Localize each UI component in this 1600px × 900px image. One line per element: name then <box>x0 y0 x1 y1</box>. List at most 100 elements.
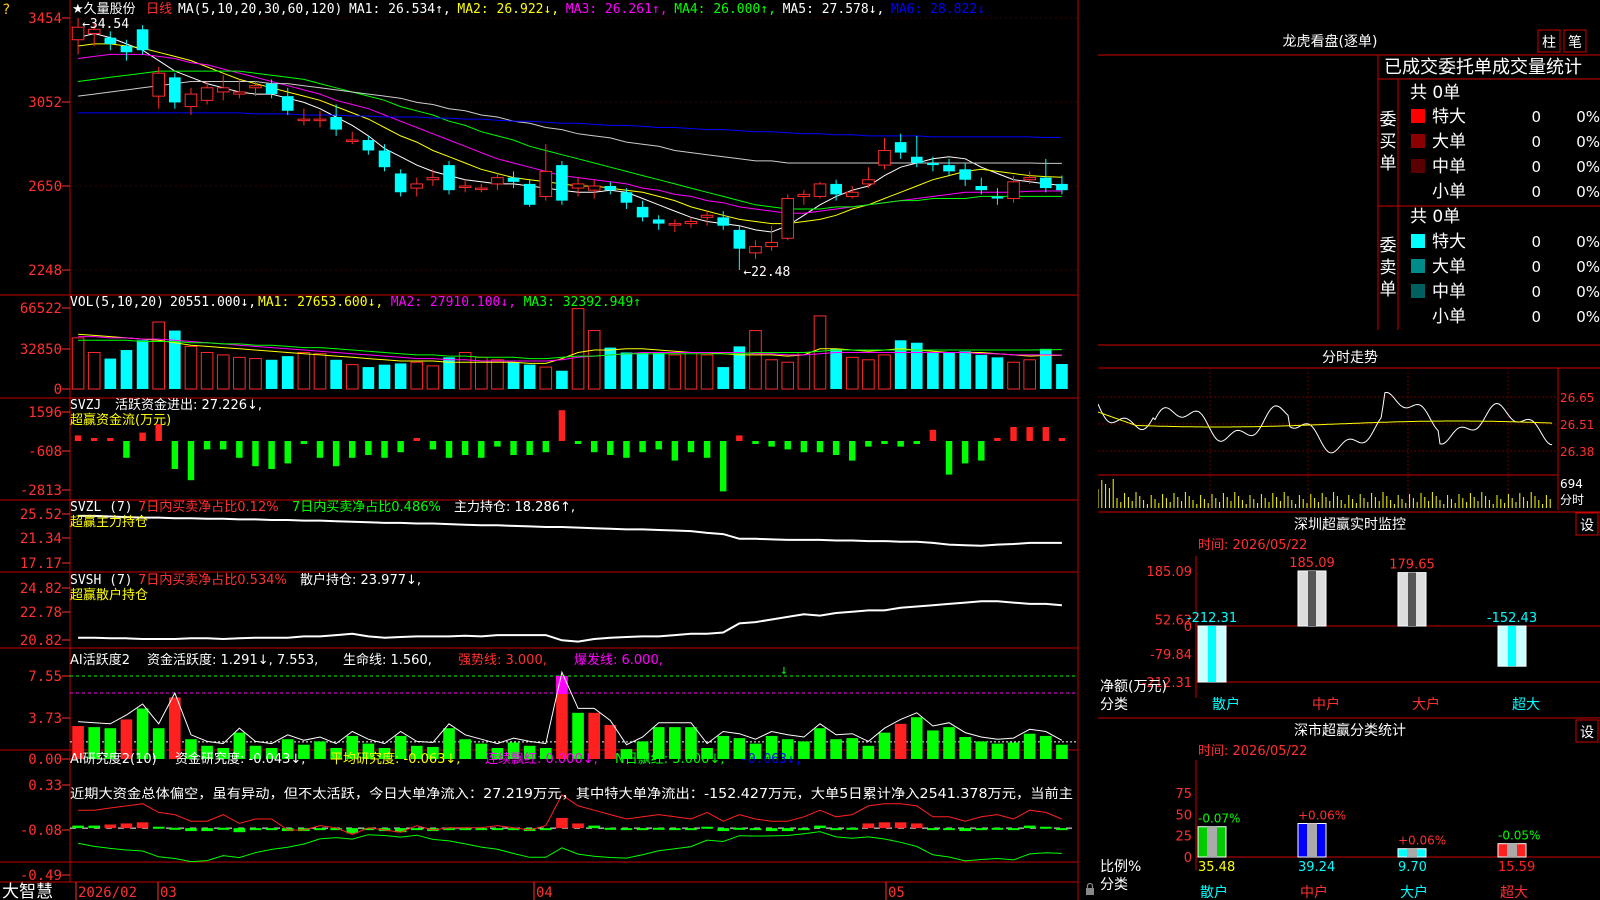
candle-body[interactable] <box>830 183 842 195</box>
fund-flow-bar[interactable] <box>203 441 211 450</box>
fund-flow-bar[interactable] <box>478 441 485 458</box>
fund-flow-bar[interactable] <box>945 441 953 475</box>
research-bar[interactable] <box>604 827 617 830</box>
fund-flow-bar[interactable] <box>332 441 340 467</box>
activity-bar[interactable] <box>459 739 471 759</box>
activity-bar[interactable] <box>975 741 988 759</box>
fund-flow-bar[interactable] <box>687 441 695 453</box>
research-bar[interactable] <box>652 827 665 830</box>
fund-flow-bar[interactable] <box>284 441 291 464</box>
volume-bar[interactable] <box>458 351 472 390</box>
activity-bar[interactable] <box>943 727 955 759</box>
activity-bar[interactable] <box>1023 733 1036 759</box>
fund-flow-bar[interactable] <box>816 441 824 453</box>
fund-flow-bar[interactable] <box>655 441 662 450</box>
candle-body[interactable] <box>249 85 262 89</box>
candle-body[interactable] <box>184 93 198 108</box>
fund-flow-bar[interactable] <box>752 441 759 444</box>
volume-bar[interactable] <box>1056 363 1068 389</box>
volume-bar[interactable] <box>797 351 811 390</box>
volume-bar[interactable] <box>571 308 585 390</box>
activity-bar[interactable] <box>1056 744 1068 759</box>
research-bar[interactable] <box>959 828 971 832</box>
research-bar[interactable] <box>701 826 713 829</box>
volume-bar[interactable] <box>394 363 407 389</box>
fund-flow-bar[interactable] <box>768 441 775 447</box>
candle-body[interactable] <box>152 72 166 97</box>
candle-body[interactable] <box>1056 183 1068 191</box>
fund-flow-bar[interactable] <box>720 441 727 492</box>
candle-body[interactable] <box>200 87 214 101</box>
activity-bar[interactable] <box>894 723 907 759</box>
research-bar[interactable] <box>588 825 600 829</box>
fund-flow-bar[interactable] <box>1010 427 1017 441</box>
candle-body[interactable] <box>1007 181 1020 200</box>
research-bar[interactable] <box>894 822 907 829</box>
candle-body[interactable] <box>1040 177 1052 189</box>
fund-flow-bar[interactable] <box>461 441 469 455</box>
fund-flow-bar[interactable] <box>865 441 872 447</box>
candle-body[interactable] <box>813 183 827 197</box>
activity-bar[interactable] <box>314 741 326 759</box>
volume-bar[interactable] <box>265 359 278 389</box>
candle-body[interactable] <box>233 91 246 95</box>
fund-flow-bar[interactable] <box>381 441 388 458</box>
research-bar[interactable] <box>556 817 568 829</box>
activity-bar[interactable] <box>959 737 971 759</box>
research-bar[interactable] <box>410 828 423 831</box>
candle-body[interactable] <box>571 183 585 189</box>
fund-flow-bar[interactable] <box>300 441 308 444</box>
candle-body[interactable] <box>281 96 294 111</box>
fund-flow-bar[interactable] <box>494 441 501 447</box>
volume-bar[interactable] <box>507 362 520 389</box>
research-bar[interactable] <box>991 827 1004 830</box>
fund-flow-bar[interactable] <box>429 441 437 450</box>
volume-bar[interactable] <box>862 359 875 390</box>
activity-bar[interactable] <box>830 739 842 759</box>
research-bar[interactable] <box>927 828 939 831</box>
research-bar[interactable] <box>862 823 875 829</box>
volume-bar[interactable] <box>71 337 85 390</box>
research-bar[interactable] <box>830 828 842 831</box>
fund-flow-bar[interactable] <box>316 441 324 458</box>
research-bar[interactable] <box>669 828 681 831</box>
candle-body[interactable] <box>474 187 488 191</box>
candle-body[interactable] <box>120 46 133 53</box>
volume-bar[interactable] <box>233 356 246 390</box>
activity-bar[interactable] <box>814 728 826 759</box>
fund-flow-bar[interactable] <box>978 441 985 461</box>
candle-body[interactable] <box>878 149 891 166</box>
research-bar[interactable] <box>781 828 794 832</box>
candle-body[interactable] <box>458 185 472 188</box>
fund-flow-bar[interactable] <box>607 441 614 455</box>
fund-flow-bar[interactable] <box>574 441 582 444</box>
volume-bar[interactable] <box>136 340 149 389</box>
research-bar[interactable] <box>1023 825 1036 829</box>
volume-bar[interactable] <box>813 315 827 390</box>
fund-flow-bar[interactable] <box>736 435 743 441</box>
fund-flow-bar[interactable] <box>365 441 372 455</box>
volume-bar[interactable] <box>830 348 842 389</box>
candle-body[interactable] <box>684 221 698 225</box>
candle-body[interactable] <box>491 177 504 185</box>
fund-flow-bar[interactable] <box>784 441 791 450</box>
candle-body[interactable] <box>104 37 117 44</box>
candle-body[interactable] <box>652 219 665 224</box>
research-bar[interactable] <box>765 828 778 832</box>
fund-flow-bar[interactable] <box>123 441 130 458</box>
fund-flow-bar[interactable] <box>220 441 227 450</box>
fund-flow-bar[interactable] <box>558 410 566 441</box>
research-bar[interactable] <box>201 828 213 832</box>
research-bar[interactable] <box>185 828 197 832</box>
volume-bar[interactable] <box>120 350 133 389</box>
volume-bar[interactable] <box>491 359 504 390</box>
research-bar[interactable] <box>540 828 552 831</box>
fund-flow-bar[interactable] <box>671 441 679 461</box>
volume-bar[interactable] <box>297 351 311 390</box>
candle-body[interactable] <box>539 170 553 197</box>
candle-body[interactable] <box>362 140 375 151</box>
fund-flow-bar[interactable] <box>90 438 98 441</box>
fund-flow-bar[interactable] <box>849 441 856 461</box>
candle-body[interactable] <box>426 177 440 181</box>
volume-bar[interactable] <box>652 352 665 389</box>
